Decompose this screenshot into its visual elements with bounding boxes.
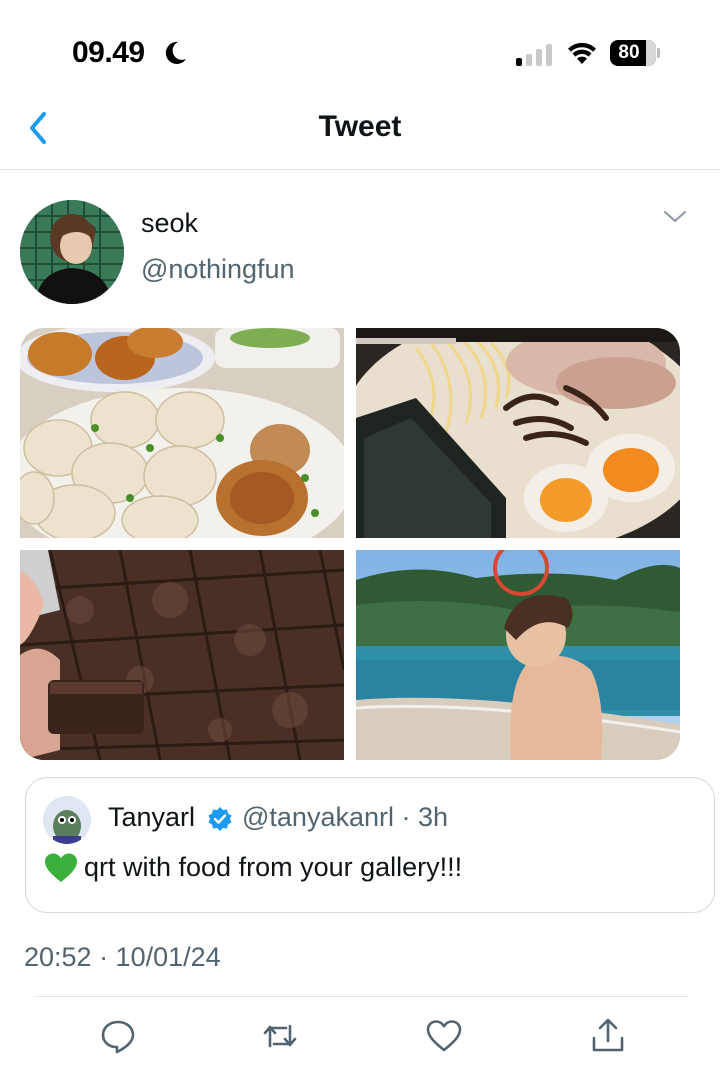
retweet-button[interactable] (260, 1016, 300, 1056)
quoted-tweet[interactable]: Tanyarl @tanyakanrl · 3h qrt with food f… (25, 777, 715, 913)
quote-author-name[interactable]: Tanyarl (108, 802, 195, 833)
brownies-photo[interactable] (20, 550, 344, 760)
action-bar (0, 1016, 720, 1062)
status-bar: 09.49 80 (0, 0, 720, 100)
avatar[interactable] (20, 200, 124, 304)
dumplings-photo[interactable] (20, 328, 344, 538)
verified-badge-icon (208, 807, 232, 831)
quote-text: qrt with food from your gallery!!! (84, 852, 463, 882)
media-grid (20, 328, 680, 760)
heart-icon (426, 1020, 462, 1052)
status-time: 09.49 (72, 36, 145, 69)
divider (35, 996, 689, 997)
nav-header: Tweet (0, 100, 720, 170)
share-icon (592, 1018, 624, 1052)
reply-button[interactable] (98, 1016, 138, 1056)
chevron-down-icon[interactable] (662, 208, 688, 226)
author-handle[interactable]: @nothingfun (141, 254, 295, 285)
battery-icon: 80 (610, 40, 656, 66)
share-button[interactable] (588, 1016, 628, 1056)
retweet-icon (263, 1024, 297, 1048)
ramen-photo[interactable] (356, 328, 680, 538)
wifi-icon (568, 42, 596, 64)
battery-cap (657, 48, 660, 58)
moon-icon (165, 41, 186, 64)
quote-author-handle[interactable]: @tanyakanrl · 3h (242, 802, 448, 833)
green-heart-icon (45, 853, 77, 882)
like-button[interactable] (424, 1016, 464, 1056)
page-title: Tweet (318, 110, 402, 143)
battery-level: 80 (618, 42, 640, 63)
comment-icon (101, 1020, 135, 1054)
quote-avatar[interactable] (43, 796, 91, 844)
author-name[interactable]: seok (141, 208, 198, 239)
beach-photo[interactable] (356, 550, 680, 760)
signal-icon (516, 42, 552, 66)
tweet-timestamp: 20:52 · 10/01/24 (24, 942, 221, 972)
